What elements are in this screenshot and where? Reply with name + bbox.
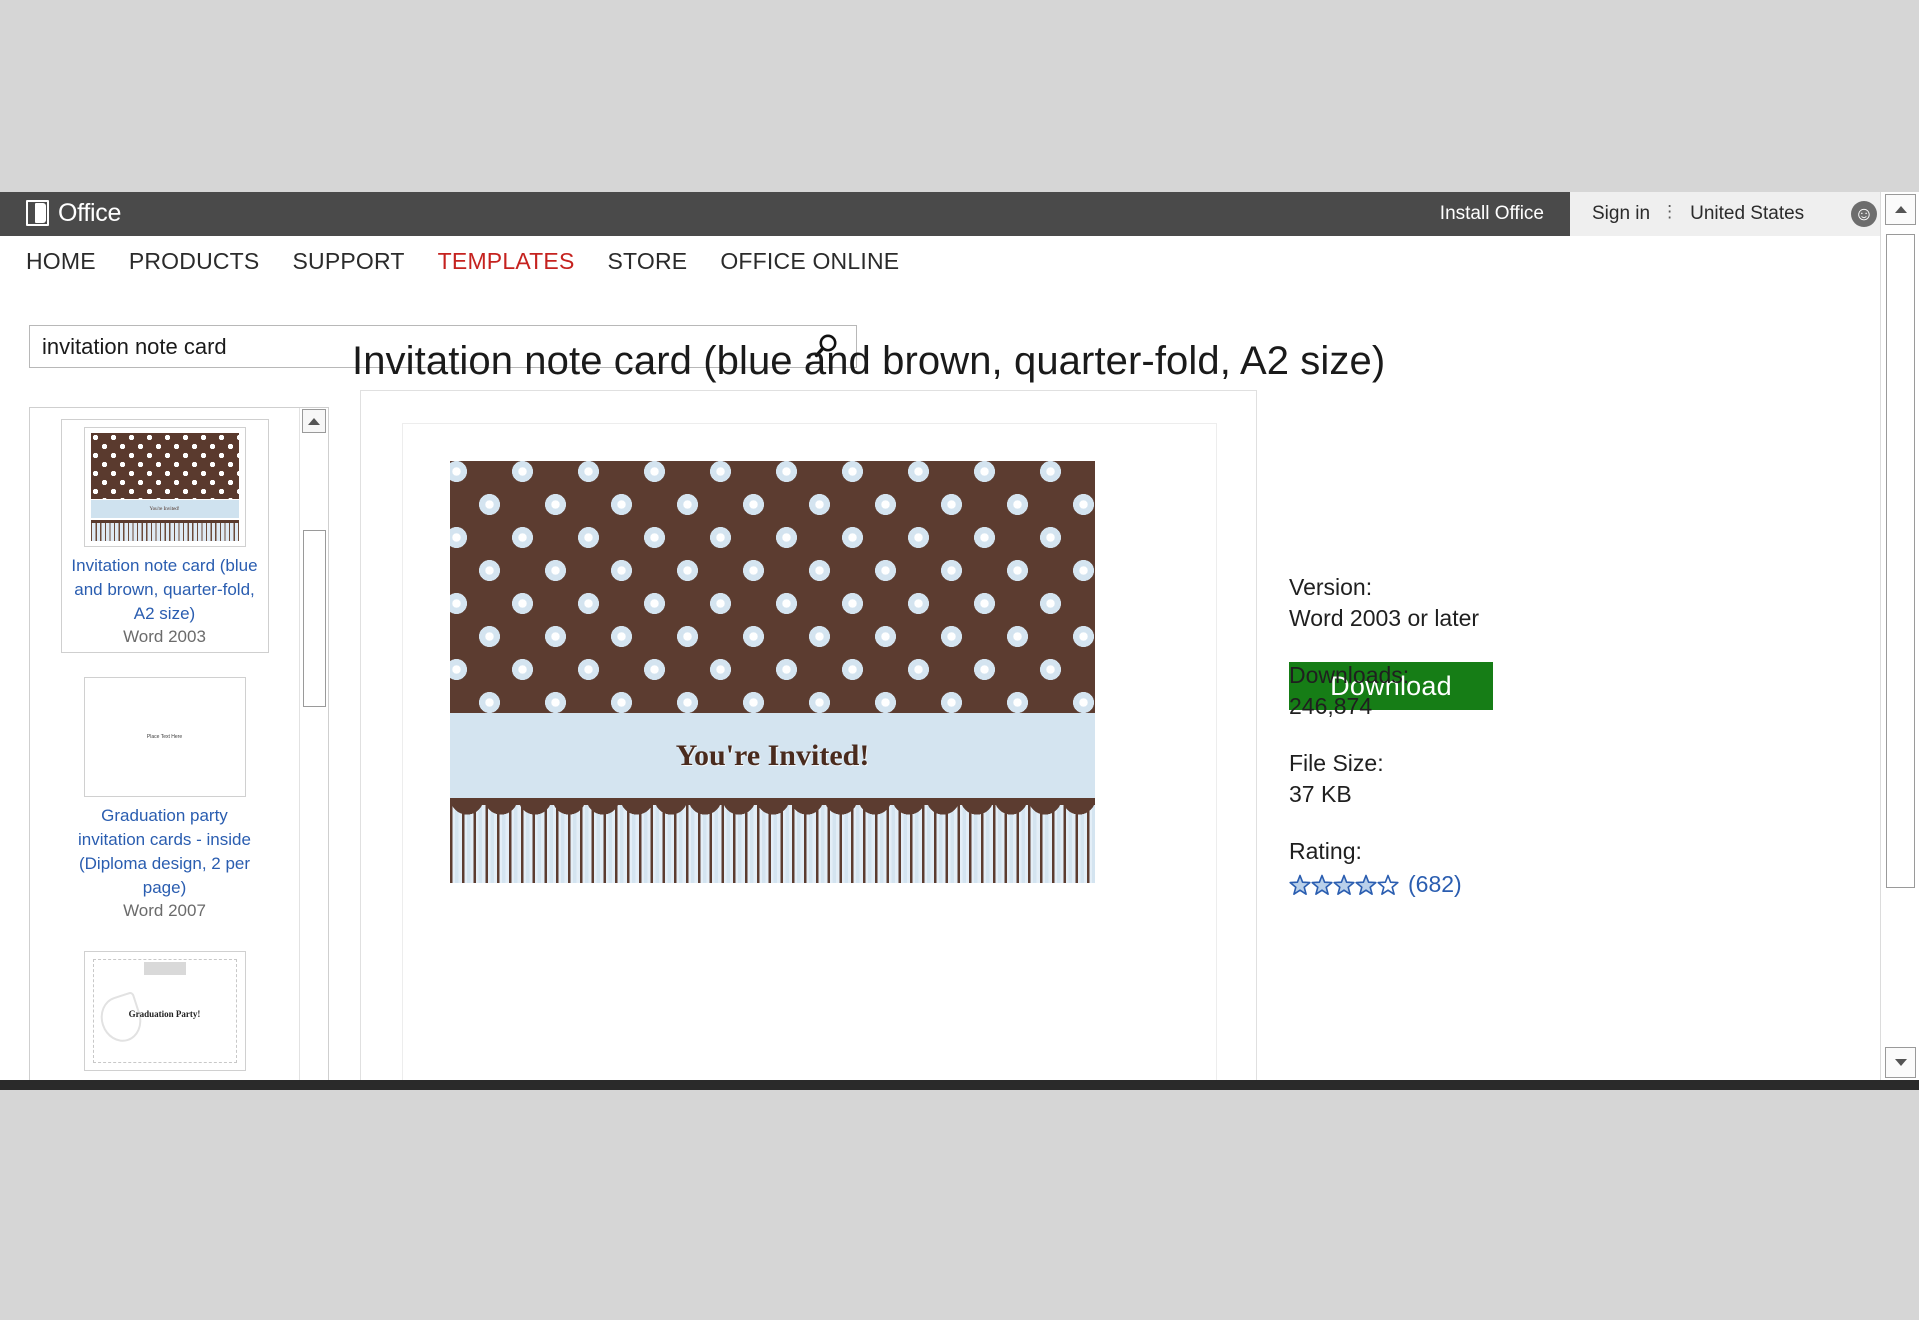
office-top-ribbon: Office Install Office Sign in ⋮ United S…	[0, 192, 1919, 236]
meta-label: Rating:	[1289, 836, 1609, 867]
scroll-up-arrow-icon[interactable]	[302, 409, 326, 433]
thumbnail-image: Graduation Party!	[84, 951, 246, 1071]
template-card-artwork: You're Invited!	[450, 461, 1095, 1090]
list-item[interactable]: Graduation Party!	[61, 943, 269, 1076]
nav-item-templates[interactable]: TEMPLATES	[438, 248, 575, 275]
list-item-title[interactable]: Graduation party invitation cards - insi…	[67, 804, 263, 900]
office-brand-label: Office	[58, 198, 121, 228]
diploma-icon	[144, 962, 186, 975]
page-scrollbar[interactable]	[1880, 192, 1919, 1090]
results-list: You're Invited! Invitation note card (bl…	[30, 408, 300, 1090]
sidebar-scrollbar[interactable]	[299, 408, 328, 1090]
nav-item-store[interactable]: STORE	[608, 248, 688, 275]
rating-stars[interactable]	[1289, 874, 1399, 896]
browser-window: Office Install Office Sign in ⋮ United S…	[0, 192, 1919, 1090]
scallop-border	[450, 798, 1095, 822]
nav-item-office-online[interactable]: OFFICE ONLINE	[720, 248, 899, 275]
list-item[interactable]: You're Invited! Invitation note card (bl…	[61, 419, 269, 653]
star-filled-icon	[1355, 874, 1377, 896]
sign-in-link[interactable]: Sign in	[1592, 203, 1650, 225]
star-filled-icon	[1333, 874, 1355, 896]
nav-item-support[interactable]: SUPPORT	[292, 248, 404, 275]
template-preview-page: You're Invited!	[402, 423, 1217, 1090]
page-title: Invitation note card (blue and brown, qu…	[352, 339, 1385, 384]
region-selector[interactable]: United States	[1690, 203, 1804, 225]
meta-label: File Size:	[1289, 748, 1609, 779]
meta-downloads: Downloads: 246,874	[1289, 660, 1609, 722]
star-filled-icon	[1289, 874, 1311, 896]
install-office-button[interactable]: Install Office	[1414, 192, 1570, 236]
meta-file-size: File Size: 37 KB	[1289, 748, 1609, 810]
meta-rating: Rating: (682)	[1289, 836, 1609, 898]
template-preview-frame: You're Invited!	[360, 390, 1257, 1090]
invitation-banner: You're Invited!	[450, 713, 1095, 798]
meta-label: Downloads:	[1289, 660, 1609, 691]
office-logo-icon	[26, 200, 49, 226]
vertical-dots-icon: ⋮	[1661, 202, 1679, 222]
star-filled-icon	[1311, 874, 1333, 896]
ribbon-dark-area: Office Install Office	[0, 192, 1570, 236]
window-bottom-edge	[0, 1080, 1919, 1090]
meta-version: Version: Word 2003 or later	[1289, 572, 1609, 634]
status-badge[interactable]: (682)	[1289, 871, 1609, 898]
sidebar-scrollbar-thumb[interactable]	[303, 530, 326, 707]
thumb-caption: Place Text Here	[85, 734, 245, 740]
nav-item-home[interactable]: HOME	[26, 248, 96, 275]
smiley-face-icon[interactable]: ☺	[1851, 201, 1877, 227]
office-brand[interactable]: Office	[26, 198, 121, 228]
thumbnail-image: Place Text Here	[84, 677, 246, 797]
nav-item-products[interactable]: PRODUCTS	[129, 248, 260, 275]
list-item-version: Word 2003	[67, 626, 263, 648]
meta-value: 246,874	[1289, 691, 1609, 722]
template-metadata: Version: Word 2003 or later Downloads: 2…	[1289, 462, 1609, 924]
results-sidebar: You're Invited! Invitation note card (bl…	[29, 407, 329, 1090]
scroll-down-arrow-icon[interactable]	[1885, 1047, 1916, 1078]
meta-value: 37 KB	[1289, 779, 1609, 810]
meta-label: Version:	[1289, 572, 1609, 603]
list-item[interactable]: Place Text Here Graduation party invitat…	[61, 669, 269, 927]
star-empty-icon	[1377, 874, 1399, 896]
polka-dot-pattern	[450, 461, 1095, 713]
list-item-title[interactable]: Invitation note card (blue and brown, qu…	[67, 554, 263, 626]
thumb-caption: Graduation Party!	[85, 1009, 245, 1019]
rating-count[interactable]: (682)	[1408, 871, 1462, 898]
primary-nav: HOME PRODUCTS SUPPORT TEMPLATES STORE OF…	[0, 236, 1880, 286]
thumb-caption: You're Invited!	[150, 507, 180, 512]
pinstripe-pattern	[450, 798, 1095, 883]
list-item-version: Word 2007	[67, 900, 263, 922]
scroll-up-arrow-icon[interactable]	[1885, 194, 1916, 225]
thumbnail-image: You're Invited!	[84, 427, 246, 547]
page-scrollbar-thumb[interactable]	[1886, 234, 1915, 888]
invitation-text: You're Invited!	[676, 739, 870, 773]
meta-value: Word 2003 or later	[1289, 603, 1609, 634]
